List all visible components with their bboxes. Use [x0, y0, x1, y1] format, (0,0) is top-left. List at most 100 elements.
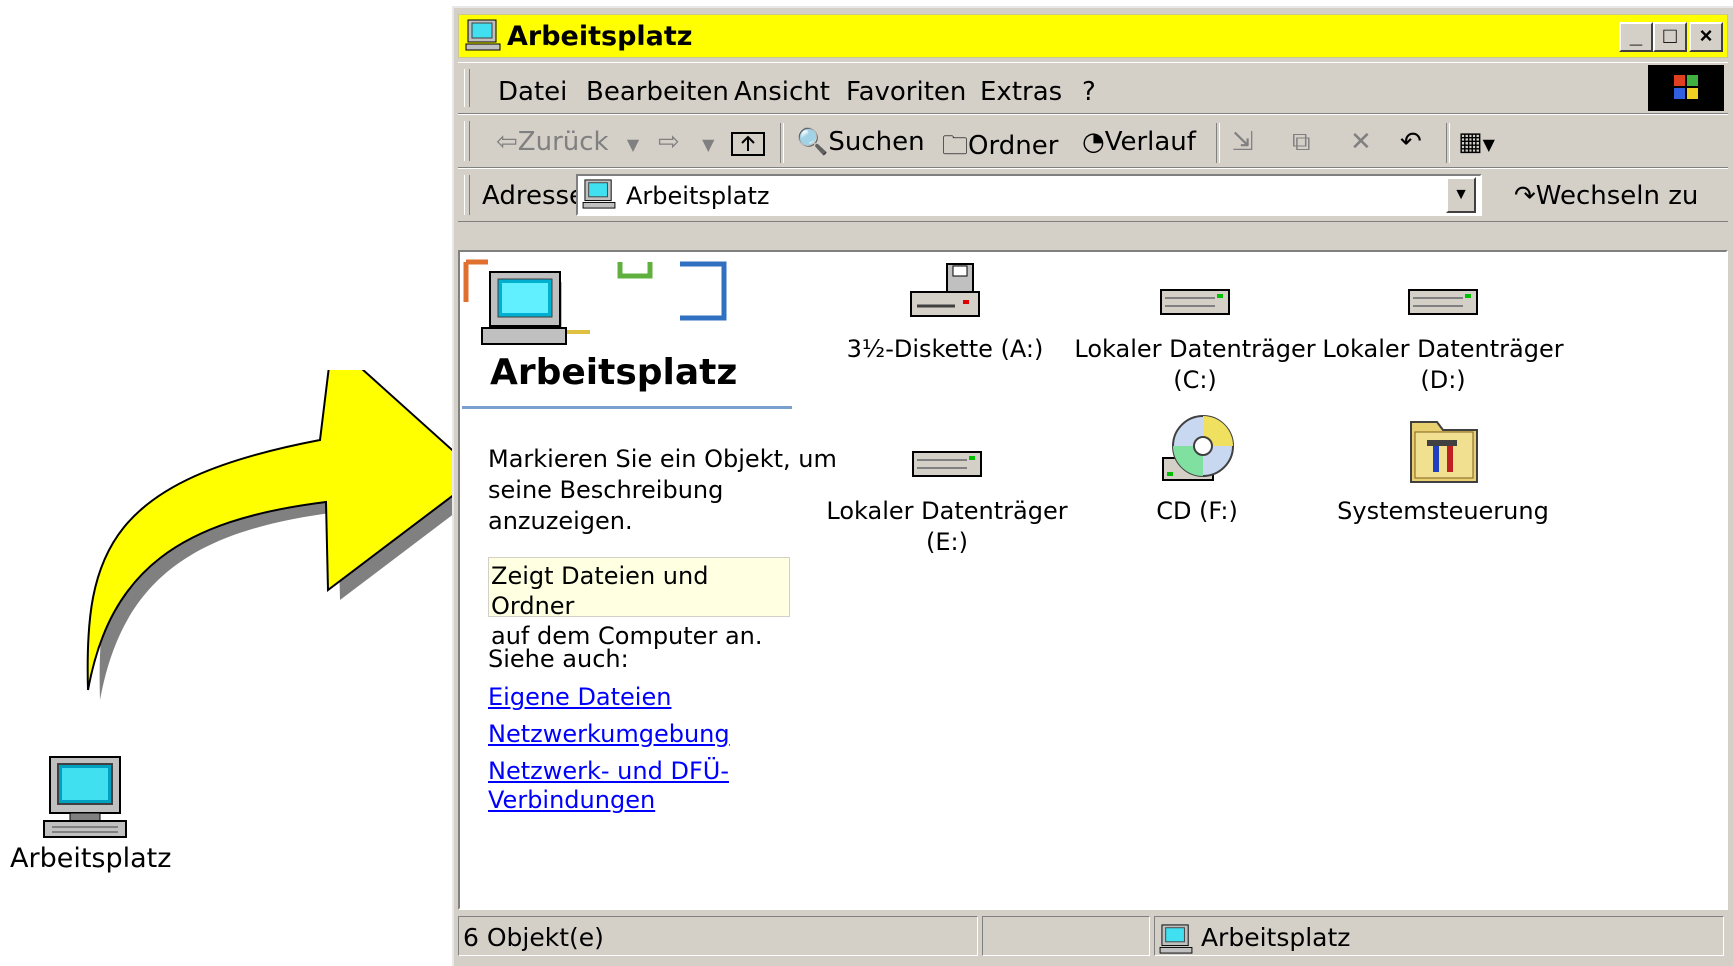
status-empty-cell — [982, 916, 1150, 956]
status-location-label: Arbeitsplatz — [1200, 923, 1351, 952]
drive-item-f[interactable]: CD (F:) — [1072, 412, 1322, 527]
chevron-down-icon[interactable]: ▼ — [702, 135, 714, 154]
drive-label: (C:) — [1173, 366, 1217, 394]
link-my-documents[interactable]: Eigene Dateien — [488, 682, 671, 713]
content-pane: Arbeitsplatz Markieren Sie ein Objekt, u… — [458, 250, 1728, 910]
sidebar-divider — [462, 406, 792, 409]
history-icon: ◔ — [1082, 127, 1105, 157]
delete-x-icon: ✕ — [1350, 127, 1372, 157]
go-arrow-icon: ↷ — [1514, 181, 1536, 211]
hard-disk-icon — [912, 451, 982, 477]
floppy-drive-icon — [910, 263, 980, 317]
title-bar[interactable]: Arbeitsplatz _ □ × — [458, 14, 1728, 58]
copy-to-button[interactable]: ⧉ — [1292, 127, 1311, 158]
toolbar-grip[interactable] — [464, 175, 470, 215]
computer-icon — [1159, 924, 1193, 954]
drive-item-d[interactable]: Lokaler Datenträger (D:) — [1318, 262, 1568, 396]
chevron-down-icon: ▼ — [1453, 186, 1469, 203]
menu-datei[interactable]: Datei — [498, 77, 567, 107]
drive-label: (E:) — [926, 528, 968, 556]
windows-logo — [1648, 65, 1724, 111]
close-button[interactable]: × — [1689, 22, 1723, 52]
chevron-down-icon[interactable]: ▼ — [1483, 135, 1495, 154]
banner-graphic — [463, 259, 727, 345]
menu-extras[interactable]: Extras — [980, 77, 1062, 107]
drive-label: 3½-Diskette (A:) — [846, 335, 1044, 363]
chevron-down-icon[interactable]: ▼ — [627, 135, 639, 154]
status-location: Arbeitsplatz — [1154, 916, 1724, 956]
sidebar-hint-line: anzuzeigen. — [488, 507, 633, 535]
up-folder-button[interactable] — [730, 125, 766, 164]
search-button[interactable]: 🔍Suchen — [796, 127, 925, 157]
sidebar-hint-line: seine Beschreibung — [488, 476, 724, 504]
see-also-label: Siehe auch: — [488, 645, 629, 673]
menu-bearbeiten[interactable]: Bearbeiten — [586, 77, 729, 107]
menu-bar: Datei Bearbeiten Ansicht Favoriten Extra… — [458, 62, 1728, 114]
status-bar: 6 Objekt(e) Arbeitsplatz — [458, 914, 1728, 960]
search-icon: 🔍 — [796, 127, 829, 157]
toolbar-separator — [1446, 123, 1450, 163]
link-network-places[interactable]: Netzwerkumgebung — [488, 719, 730, 750]
control-panel-icon — [1410, 421, 1478, 483]
drive-label: Lokaler Datenträger — [1074, 335, 1316, 363]
back-arrow-icon: ⇦ — [496, 127, 518, 157]
views-button[interactable]: ▦▼ — [1458, 127, 1495, 157]
go-button[interactable]: ↷Wechseln zu — [1514, 181, 1698, 211]
control-panel-item[interactable]: Systemsteuerung — [1318, 412, 1568, 527]
folders-button[interactable]: 🗀Ordner — [942, 127, 1058, 171]
standard-toolbar: ⇦Zurück ▼ ⇨ ▼ 🔍Suchen 🗀Ordner ◔Verlauf ⇲… — [458, 114, 1728, 168]
desktop-icon-label: Arbeitsplatz — [10, 843, 172, 874]
drive-item-e[interactable]: Lokaler Datenträger (E:) — [822, 424, 1072, 558]
toolbar-grip[interactable] — [464, 121, 470, 161]
hard-disk-icon — [1408, 289, 1478, 315]
sidebar-banner — [460, 252, 750, 352]
undo-button[interactable]: ↶ — [1400, 127, 1422, 157]
arrow-graphic — [86, 370, 492, 700]
computer-icon — [582, 179, 616, 209]
folders-icon: 🗀 — [942, 131, 969, 161]
sidebar-hint-line: Markieren Sie ein Objekt, um — [488, 445, 837, 473]
link-network-connections[interactable]: Netzwerk- und DFÜ- — [488, 756, 729, 787]
history-button[interactable]: ◔Verlauf — [1082, 127, 1196, 157]
drive-label: (D:) — [1420, 366, 1466, 394]
address-value: Arbeitsplatz — [626, 182, 770, 210]
cd-drive-icon — [1162, 415, 1234, 481]
item-label: Systemsteuerung — [1337, 497, 1549, 525]
back-button[interactable]: ⇦Zurück ▼ — [496, 127, 639, 157]
move-to-button[interactable]: ⇲ — [1232, 127, 1254, 157]
address-field[interactable]: Arbeitsplatz ▼ — [576, 174, 1482, 216]
address-label: Adresse — [482, 181, 586, 211]
maximize-button[interactable]: □ — [1653, 22, 1687, 52]
forward-button[interactable]: ⇨ ▼ — [658, 127, 714, 157]
toolbar-separator — [780, 123, 784, 163]
drive-label: Lokaler Datenträger — [1322, 335, 1564, 363]
computer-icon — [465, 19, 501, 51]
minimize-button[interactable]: _ — [1619, 22, 1653, 52]
menu-favoriten[interactable]: Favoriten — [846, 77, 966, 107]
move-to-icon: ⇲ — [1232, 127, 1254, 157]
hard-disk-icon — [1160, 289, 1230, 315]
toolbar-grip[interactable] — [464, 69, 470, 107]
copy-to-icon: ⧉ — [1292, 127, 1311, 157]
menu-help[interactable]: ? — [1082, 77, 1096, 107]
menu-ansicht[interactable]: Ansicht — [734, 77, 830, 107]
description-line: Zeigt Dateien und Ordner — [491, 562, 709, 620]
sidebar-title: Arbeitsplatz — [490, 352, 738, 393]
drive-item-a[interactable]: 3½-Diskette (A:) — [820, 262, 1070, 365]
drive-item-c[interactable]: Lokaler Datenträger (C:) — [1070, 262, 1320, 396]
views-icon: ▦ — [1458, 127, 1483, 157]
drive-label: Lokaler Datenträger — [826, 497, 1068, 525]
toolbar-separator — [1216, 123, 1220, 163]
drive-label: CD (F:) — [1156, 497, 1238, 525]
desktop-icon-my-computer[interactable]: Arbeitsplatz — [10, 755, 172, 874]
delete-button[interactable]: ✕ — [1350, 127, 1372, 157]
address-bar: Adresse Arbeitsplatz ▼ ↷Wechseln zu — [458, 168, 1728, 222]
explorer-window: Arbeitsplatz _ □ × Datei Bearbeiten Ansi… — [452, 6, 1733, 966]
up-folder-icon — [731, 132, 765, 156]
undo-icon: ↶ — [1400, 127, 1422, 157]
description-box: Zeigt Dateien und Ordner auf dem Compute… — [488, 557, 790, 650]
address-dropdown-button[interactable]: ▼ — [1446, 177, 1476, 213]
computer-icon — [43, 756, 127, 838]
windows-flag-icon — [1674, 75, 1698, 99]
link-network-connections[interactable]: Verbindungen — [488, 785, 655, 816]
